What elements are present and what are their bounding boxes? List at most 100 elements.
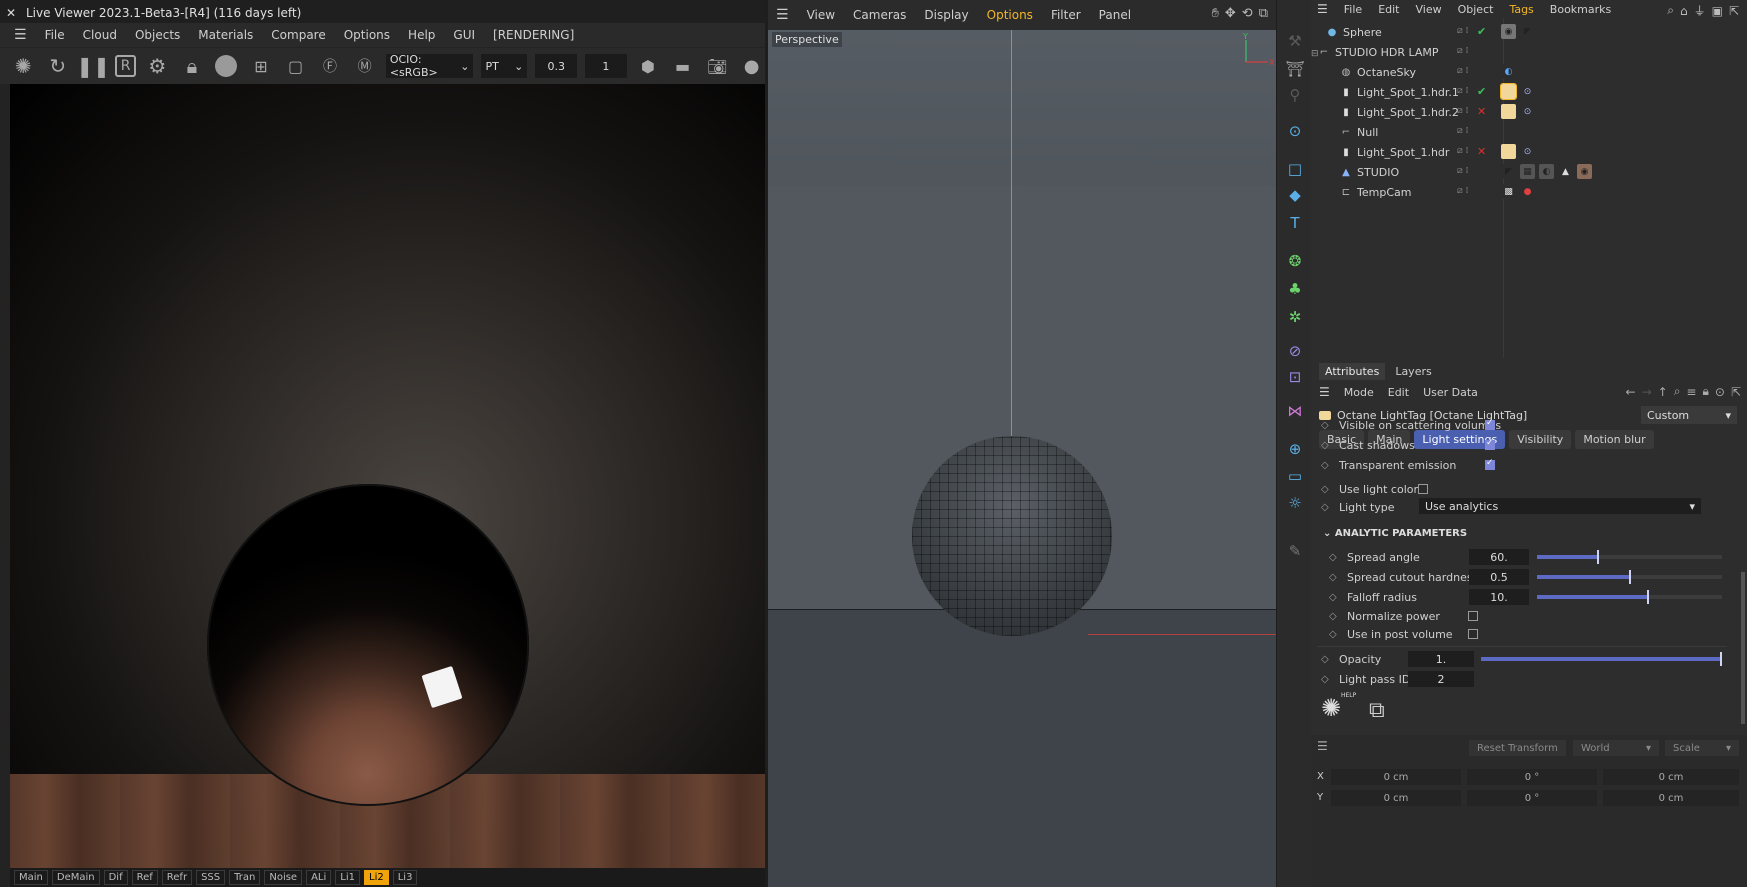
close-icon[interactable]: ✕	[6, 6, 26, 20]
region-render-icon[interactable]: R	[115, 55, 137, 77]
space-select[interactable]: World ▾	[1573, 740, 1659, 756]
up-arrow-icon[interactable]: ↑	[1658, 385, 1668, 399]
slider-knob[interactable]	[1720, 652, 1722, 666]
material-tag-icon[interactable]: ◉	[1577, 164, 1592, 179]
menu-tags[interactable]: Tags	[1509, 3, 1533, 16]
scale-field[interactable]: 0 cm	[1603, 769, 1739, 785]
pen-icon[interactable]: ✎	[1284, 540, 1306, 562]
opacity-field[interactable]: 1.	[1408, 651, 1474, 667]
camera-tag-icon[interactable]: ●	[1520, 184, 1535, 199]
menu-mode[interactable]: Mode	[1344, 386, 1374, 399]
back-arrow-icon[interactable]: ←	[1626, 385, 1636, 399]
visibility-dots-icon[interactable]: ⧄ ⁞	[1457, 46, 1477, 56]
visibility-dots-icon[interactable]: ⧄ ⁞	[1457, 86, 1477, 96]
light-icon[interactable]: ☼	[1284, 492, 1306, 514]
keyframe-diamond-icon[interactable]: ◇	[1321, 484, 1339, 495]
render-view[interactable]	[10, 84, 765, 870]
visibility-dots-icon[interactable]: ⧄ ⁞	[1457, 126, 1477, 136]
pass-tran[interactable]: Tran	[229, 870, 261, 885]
expand-icon[interactable]: ⇱	[1731, 385, 1741, 399]
menu-filter[interactable]: Filter	[1051, 8, 1081, 22]
slider-knob[interactable]	[1647, 590, 1649, 604]
tools-icon[interactable]: ⛩	[1284, 58, 1306, 80]
spread-angle-slider[interactable]	[1537, 550, 1722, 564]
forward-arrow-icon[interactable]: →	[1642, 385, 1652, 399]
opacity-slider[interactable]	[1481, 652, 1722, 666]
light-tag-icon[interactable]	[1501, 104, 1516, 119]
visibility-dots-icon[interactable]: ⧄ ⁞	[1457, 106, 1477, 116]
menu-materials[interactable]: Materials	[198, 28, 253, 42]
hammer-icon[interactable]: ⚒	[1284, 30, 1306, 52]
kernel-select[interactable]: PT ⌄	[481, 54, 528, 78]
menu-view[interactable]: View	[1416, 3, 1442, 16]
node-editor-icon[interactable]: ⧉	[1369, 698, 1385, 723]
protection-tag-icon[interactable]: ▩	[1501, 184, 1516, 199]
expand-icon[interactable]: ⇱	[1729, 4, 1739, 18]
restart-render-icon[interactable]: ↻	[45, 52, 72, 80]
lock-icon[interactable]: ▣	[1712, 4, 1723, 18]
menu-compare[interactable]: Compare	[271, 28, 325, 42]
visibility-dots-icon[interactable]: ⧄ ⁞	[1457, 166, 1477, 176]
light-tag-icon[interactable]	[1500, 83, 1517, 100]
target-tag-icon[interactable]: ⊙	[1520, 144, 1535, 159]
pause-icon[interactable]: ❚❚	[76, 52, 110, 80]
pass-li1[interactable]: Li1	[335, 870, 361, 885]
lock-icon[interactable]: 🔒︎	[179, 52, 206, 80]
material-tag-icon[interactable]: ◐	[1539, 164, 1554, 179]
pass-dif[interactable]: Dif	[103, 870, 128, 885]
checker-tag-icon[interactable]: ▦	[1520, 164, 1535, 179]
use-light-color-checkbox[interactable]	[1418, 484, 1428, 494]
keyframe-diamond-icon[interactable]: ◇	[1329, 572, 1347, 583]
keyframe-diamond-icon[interactable]: ◇	[1329, 592, 1347, 603]
keyframe-diamond-icon[interactable]: ◇	[1329, 629, 1347, 640]
globe-icon[interactable]: ⊕	[1284, 438, 1306, 460]
menu-edit[interactable]: Edit	[1378, 3, 1399, 16]
hexagon-icon[interactable]: ⬢	[635, 52, 662, 80]
analytic-parameters-header[interactable]: ⌄ ANALYTIC PARAMETERS	[1323, 528, 1467, 539]
menu-object[interactable]: Object	[1458, 3, 1494, 16]
cast-shadows-checkbox[interactable]	[1485, 438, 1495, 450]
cube-icon[interactable]: ◆	[1284, 184, 1306, 206]
material-picker-icon[interactable]: Ⓜ	[351, 52, 378, 80]
menu-bookmarks[interactable]: Bookmarks	[1550, 3, 1611, 16]
cube-outline-icon[interactable]: □	[1284, 158, 1306, 180]
keyframe-diamond-icon[interactable]: ◇	[1321, 460, 1339, 471]
rotate-icon[interactable]: ⟲	[1242, 6, 1253, 21]
position-field[interactable]: 0 cm	[1331, 790, 1461, 806]
transparent-emission-checkbox[interactable]	[1485, 458, 1495, 470]
menu-view[interactable]: View	[807, 8, 835, 22]
camera-label[interactable]: Perspective	[772, 32, 842, 47]
hamburger-icon[interactable]: ☰	[1317, 739, 1328, 753]
lock-icon[interactable]: 🔒︎	[1702, 384, 1708, 399]
filter-icon[interactable]: ≡	[1686, 385, 1696, 399]
slider-knob[interactable]	[1628, 570, 1631, 584]
menu-file[interactable]: File	[45, 28, 65, 42]
cloner-icon[interactable]: ♣	[1284, 278, 1306, 300]
pass-refr[interactable]: Refr	[161, 870, 193, 885]
octane-logo-icon[interactable]: ✺	[10, 52, 37, 80]
menu-help[interactable]: Help	[408, 28, 435, 42]
rounded-square-icon[interactable]: ▢	[282, 52, 309, 80]
visibility-dots-icon[interactable]: ⧄ ⁞	[1457, 186, 1477, 196]
mode-select[interactable]: Scale ▾	[1665, 740, 1739, 756]
text-icon[interactable]: T	[1284, 212, 1306, 234]
reset-transform-button[interactable]: Reset Transform	[1469, 740, 1566, 756]
menu-panel[interactable]: Panel	[1099, 8, 1131, 22]
enabled-check-icon[interactable]: ✔	[1477, 85, 1491, 98]
hamburger-icon[interactable]: ☰	[14, 27, 27, 43]
settings-gear-icon[interactable]: ⚙	[144, 52, 171, 80]
menu-gui[interactable]: GUI	[453, 28, 475, 42]
generator-icon[interactable]: ❂	[1284, 250, 1306, 272]
visibility-dots-icon[interactable]: ⧄ ⁞	[1457, 66, 1477, 76]
focus-picker-icon[interactable]: Ⓕ	[317, 52, 344, 80]
light-tag-icon[interactable]	[1501, 144, 1516, 159]
scrollbar[interactable]	[1741, 572, 1745, 724]
filter-icon[interactable]: ⏚	[1694, 2, 1706, 19]
ocio-select[interactable]: OCIO:<sRGB> ⌄	[385, 53, 474, 79]
move-icon[interactable]: ✥	[1225, 6, 1236, 21]
circle-icon[interactable]: ●	[738, 52, 765, 80]
camera-icon[interactable]: 📷︎	[704, 52, 731, 80]
search-icon[interactable]: ⌕	[1667, 3, 1674, 18]
keyframe-diamond-icon[interactable]: ◇	[1329, 611, 1347, 622]
deformer-icon[interactable]: ⊘	[1284, 340, 1306, 362]
